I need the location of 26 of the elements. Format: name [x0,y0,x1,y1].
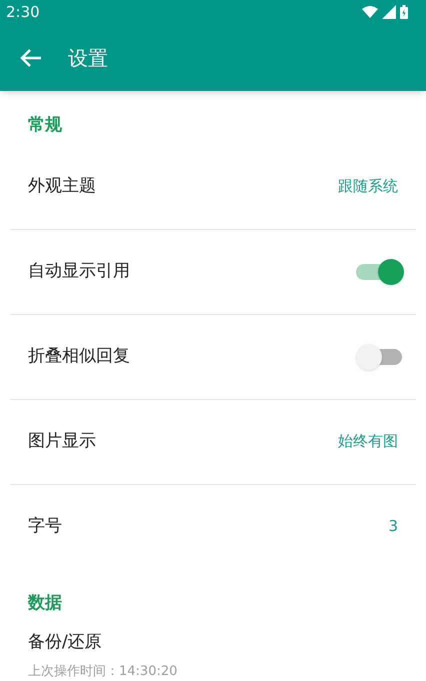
setting-label: 自动显示引用 [28,260,130,283]
setting-label: 外观主题 [28,174,96,198]
setting-label: 图片显示 [28,430,96,453]
setting-label: 字号 [28,514,62,538]
settings-row[interactable]: 图片显示 始终有图 [0,400,426,484]
setting-subtitle: 上次操作时间：14:30:20 [28,662,178,680]
settings-row[interactable]: 自动显示引用 [0,230,426,314]
toggle-switch[interactable] [356,258,404,284]
setting-label: 备份/还原 [28,631,103,654]
back-arrow-icon[interactable] [20,48,42,66]
wifi-icon [362,6,378,18]
setting-value: 3 [388,516,398,538]
settings-row[interactable]: 外观主题 跟随系统 [0,144,426,228]
toolbar-title: 设置 [68,44,108,72]
signal-icon [382,5,396,19]
battery-icon [400,5,408,19]
setting-value: 始终有图 [338,431,398,452]
setting-value: 跟随系统 [338,176,398,198]
settings-row[interactable]: 字号 3 [0,484,426,568]
toggle-switch[interactable] [356,344,404,370]
settings-row[interactable]: 备份/还原 上次操作时间：14:30:20 [0,622,426,681]
status-time: 2:30 [6,2,40,23]
settings-row[interactable]: 折叠相似回复 [0,314,426,398]
setting-label: 折叠相似回复 [28,344,130,368]
section-header: 常规 [28,115,62,135]
section-header: 数据 [28,592,62,612]
